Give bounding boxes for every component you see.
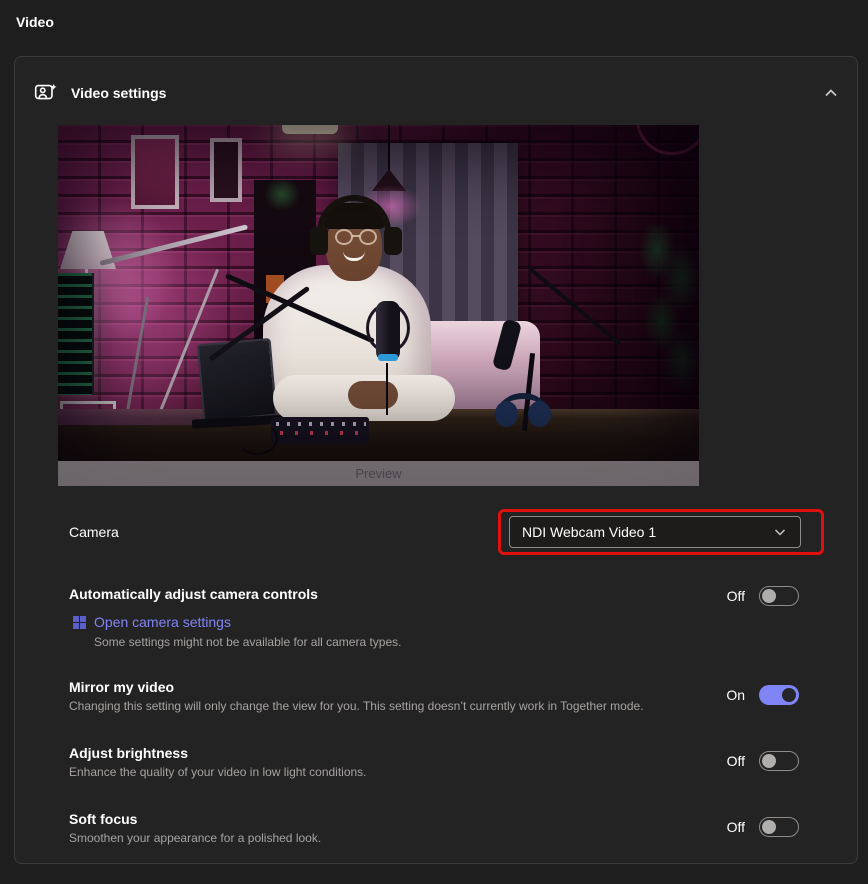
preview-caption-bar: Preview: [58, 461, 699, 486]
auto-adjust-title: Automatically adjust camera controls: [69, 586, 318, 602]
preview-caption: Preview: [355, 466, 401, 481]
camera-label: Camera: [69, 524, 119, 540]
windows-icon: [73, 616, 86, 629]
mirror-description: Changing this setting will only change t…: [69, 699, 644, 713]
toggle-knob: [762, 589, 776, 603]
toggle-knob: [762, 754, 776, 768]
video-settings-page: Video Video settings: [0, 0, 868, 884]
soft-focus-toggle[interactable]: [759, 817, 799, 837]
toggle-knob: [762, 820, 776, 834]
brightness-description: Enhance the quality of your video in low…: [69, 765, 367, 779]
mirror-toggle-group: On: [726, 685, 799, 705]
soft-focus-title: Soft focus: [69, 811, 137, 827]
brightness-toggle-group: Off: [727, 751, 799, 771]
chevron-down-icon: [772, 524, 788, 540]
camera-selected-value: NDI Webcam Video 1: [522, 524, 656, 540]
toggle-knob: [782, 688, 796, 702]
mirror-title: Mirror my video: [69, 679, 174, 695]
camera-select[interactable]: NDI Webcam Video 1: [509, 516, 801, 548]
video-settings-icon: [33, 79, 59, 105]
section-title: Video settings: [71, 85, 166, 101]
brightness-state-label: Off: [727, 753, 745, 769]
auto-adjust-toggle-group: Off: [727, 586, 799, 606]
soft-focus-description: Smoothen your appearance for a polished …: [69, 831, 321, 845]
scene-vignette: [58, 125, 699, 486]
page-title: Video: [16, 14, 54, 30]
video-settings-header[interactable]: Video settings: [15, 57, 857, 113]
auto-adjust-toggle[interactable]: [759, 586, 799, 606]
auto-adjust-description: Some settings might not be available for…: [94, 635, 402, 649]
video-settings-panel: Video settings: [14, 56, 858, 864]
soft-focus-state-label: Off: [727, 819, 745, 835]
mirror-state-label: On: [726, 687, 745, 703]
mirror-toggle[interactable]: [759, 685, 799, 705]
annotation-highlight: NDI Webcam Video 1: [498, 509, 824, 555]
brightness-title: Adjust brightness: [69, 745, 188, 761]
open-camera-settings-link[interactable]: Open camera settings: [73, 614, 231, 630]
camera-preview: Preview: [58, 125, 699, 486]
brightness-toggle[interactable]: [759, 751, 799, 771]
soft-focus-toggle-group: Off: [727, 817, 799, 837]
chevron-up-icon[interactable]: [821, 83, 841, 103]
open-camera-settings-label: Open camera settings: [94, 614, 231, 630]
auto-adjust-state-label: Off: [727, 588, 745, 604]
